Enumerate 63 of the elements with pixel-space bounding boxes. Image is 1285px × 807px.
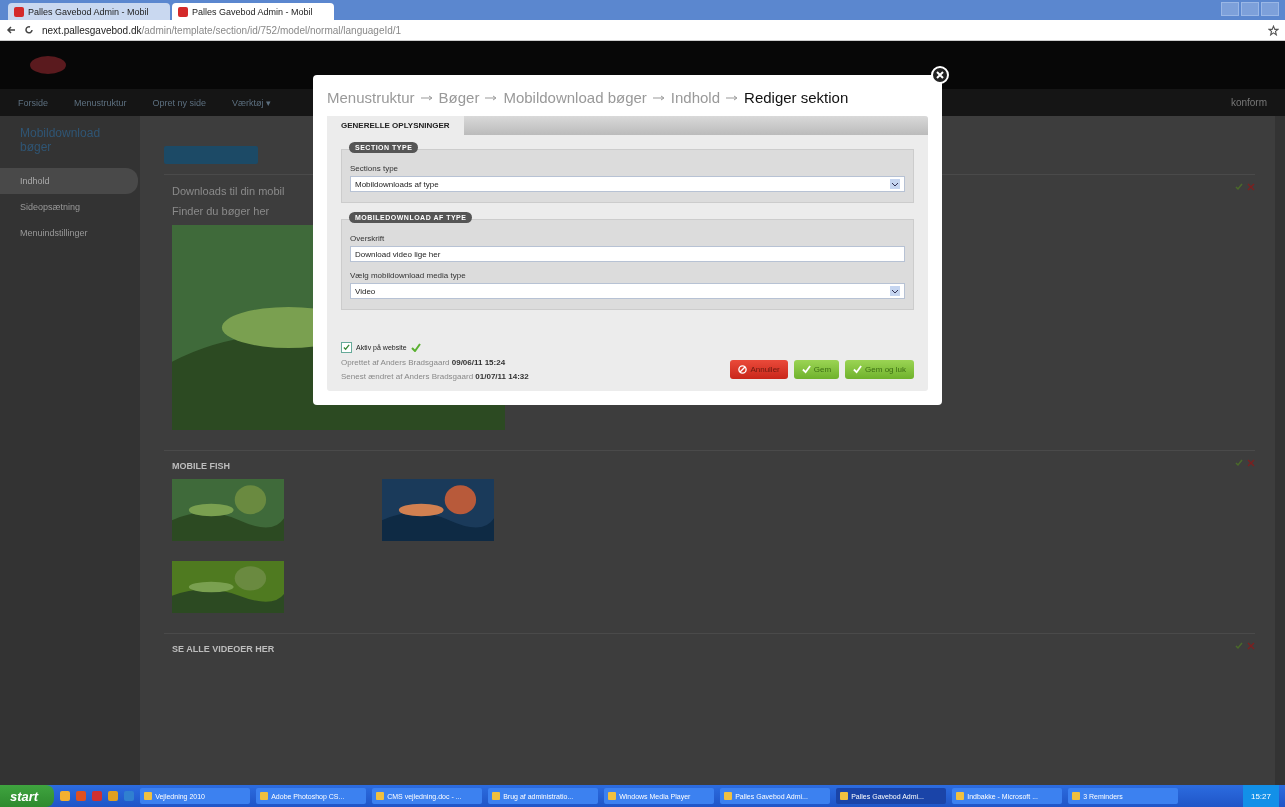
dropdown-icon [890, 179, 900, 189]
clock: 15:27 [1242, 785, 1279, 807]
form-tab[interactable]: GENERELLE OPLYSNINGER [327, 116, 464, 135]
breadcrumb-item[interactable]: Bøger [438, 89, 480, 106]
check-icon[interactable] [1235, 642, 1243, 650]
start-button[interactable]: start [0, 785, 55, 807]
cancel-button[interactable]: Annuller [730, 360, 788, 379]
nav-item[interactable]: Menustruktur [74, 97, 127, 108]
breadcrumb-item[interactable]: Mobildownload bøger [503, 89, 647, 106]
delete-icon[interactable] [1247, 642, 1255, 650]
arrow-icon [652, 94, 665, 101]
delete-icon[interactable] [1247, 459, 1255, 467]
sidebar-item[interactable]: Menuindstillinger [0, 220, 138, 246]
section-text: Downloads til din mobil [172, 185, 285, 197]
add-button[interactable] [164, 146, 258, 164]
quick-launch-icon[interactable] [60, 791, 71, 801]
sidebar-item[interactable]: Sideopsætning [0, 194, 138, 220]
breadcrumb-item[interactable]: Indhold [670, 89, 721, 106]
check-icon[interactable] [1235, 183, 1243, 191]
url-host: next.pallesgavebod.dk [42, 24, 142, 36]
section-title: MOBILE FISH [172, 461, 230, 471]
logo-icon [30, 56, 66, 74]
quick-launch-icon[interactable] [108, 791, 119, 801]
nav-item[interactable]: Værktøj ▾ [232, 97, 272, 108]
select-field[interactable]: Video [350, 283, 905, 299]
check-icon[interactable] [1235, 459, 1243, 467]
quick-launch-icon[interactable] [76, 791, 87, 801]
field-label: Vælg mobildownload media type [350, 271, 467, 280]
select-field[interactable]: Mobildownloads af type [350, 176, 905, 192]
meta-text: Oprettet af Anders Bradsgaard 09/06/11 15:24 [341, 358, 507, 367]
field-label: Overskrift [350, 234, 386, 243]
reload-icon[interactable] [24, 25, 34, 35]
cancel-icon [738, 365, 748, 374]
arrow-icon [726, 94, 739, 101]
input-field[interactable]: Download video lige her [350, 246, 905, 262]
browser-tab[interactable]: Palles Gavebod Admin - Mobil [172, 3, 334, 20]
save-button[interactable]: Gem [793, 360, 840, 379]
url-path: /admin/template/section/id/752/model/normal/languageId/1 [141, 24, 402, 36]
dropdown-icon [890, 286, 900, 296]
delete-icon[interactable] [1247, 183, 1255, 191]
nav-item[interactable]: Forside [18, 97, 48, 108]
arrow-icon [485, 94, 498, 101]
breadcrumb-item: Rediger sektion [744, 89, 849, 106]
brand-label: konform [1230, 97, 1267, 108]
star-icon[interactable] [1268, 24, 1279, 36]
quick-launch-icon[interactable] [92, 791, 103, 801]
section-text: Finder du bøger her [172, 205, 270, 217]
field-label: Sections type [350, 164, 400, 173]
checkbox[interactable] [341, 342, 352, 353]
back-icon[interactable] [6, 25, 16, 35]
check-icon [853, 365, 863, 374]
section-title: SE ALLE VIDEOER HER [172, 644, 275, 654]
breadcrumb-item[interactable]: Menustruktur [327, 89, 415, 106]
nav-item[interactable]: Opret ny side [152, 97, 207, 108]
check-icon [801, 365, 811, 374]
check-icon [410, 343, 421, 352]
browser-tab[interactable]: Palles Gavebod Admin - Mobil [8, 3, 170, 20]
save-button[interactable]: Gem og luk [845, 360, 914, 379]
arrow-icon [420, 94, 433, 101]
sidebar-title: Mobildownload bøger [19, 126, 102, 156]
meta-text: Senest ændret af Anders Bradsgaard 01/07/11 14:32 [341, 372, 529, 381]
sidebar-item[interactable]: Indhold [0, 168, 138, 194]
quick-launch-icon[interactable] [124, 791, 135, 801]
